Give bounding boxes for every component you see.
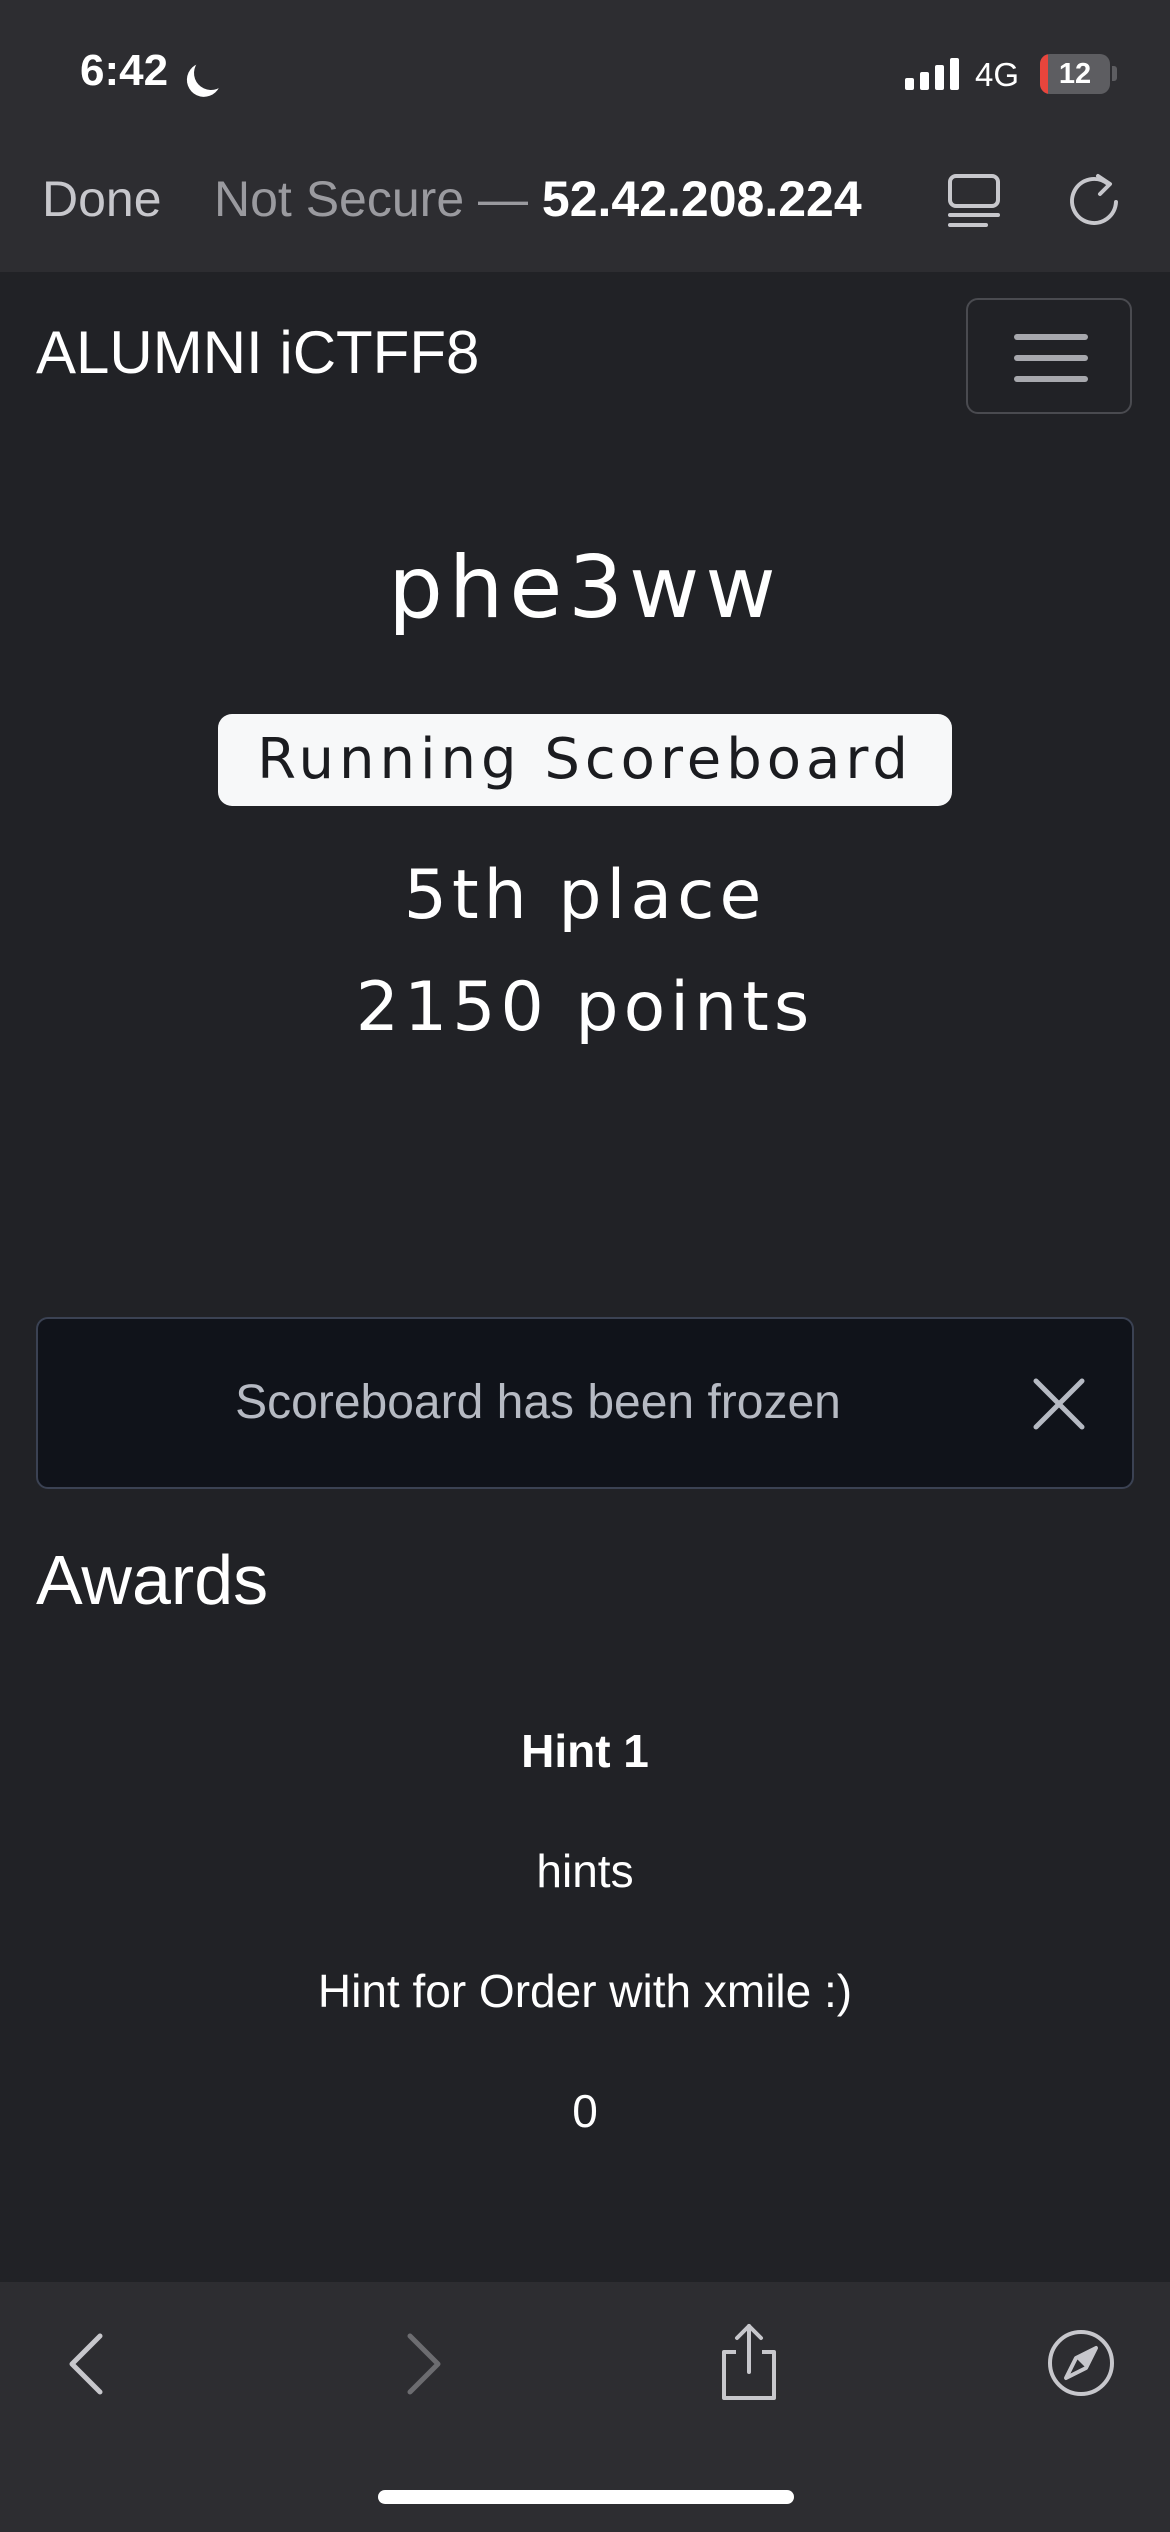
hamburger-icon-bar (1014, 376, 1088, 382)
award-name: Hint 1 (521, 1725, 649, 1777)
compass-icon[interactable] (1046, 2328, 1116, 2398)
award-value: 0 (572, 2085, 598, 2137)
home-indicator[interactable] (378, 2490, 794, 2504)
hamburger-icon (1014, 334, 1088, 340)
menu-toggle-button[interactable] (966, 298, 1132, 414)
battery-icon: 12 (1040, 54, 1110, 94)
frozen-alert: Scoreboard has been frozen (36, 1317, 1134, 1489)
back-icon[interactable] (64, 2332, 110, 2396)
awards-heading: Awards (36, 1541, 269, 1619)
battery-level: 12 (1058, 58, 1092, 90)
award-category: hints (536, 1845, 634, 1897)
signal-icon (905, 56, 959, 90)
site-brand[interactable]: ALUMNI iCTFF8 (36, 318, 479, 387)
done-button[interactable]: Done (42, 170, 162, 228)
team-name: phe3ww (388, 538, 782, 638)
reload-icon[interactable] (1064, 170, 1124, 230)
forward-icon (407, 2333, 441, 2395)
alert-message: Scoreboard has been frozen (235, 1376, 841, 1429)
battery-tip (1112, 66, 1117, 81)
not-secure-label: Not Secure — (214, 171, 529, 227)
network-type: 4G (975, 56, 1020, 93)
team-points: 2150 points (355, 968, 815, 1047)
moon-icon (189, 51, 233, 95)
url-host: 52.42.208.224 (541, 171, 862, 227)
status-bar: 6:42 4G 12 (0, 0, 1170, 140)
status-time: 6:42 (80, 46, 169, 95)
close-icon[interactable] (1032, 1377, 1086, 1431)
reader-icon[interactable] (946, 170, 1002, 230)
share-icon[interactable] (716, 2322, 782, 2402)
team-place: 5th place (403, 856, 767, 935)
award-description: Hint for Order with xmile :) (317, 1965, 853, 2017)
address-field[interactable]: Not Secure — 52.42.208.224 (214, 170, 862, 228)
hamburger-icon-bar (1014, 355, 1088, 361)
browser-bar: Done Not Secure — 52.42.208.224 (0, 140, 1170, 272)
running-scoreboard-button[interactable]: Running Scoreboard (218, 714, 952, 806)
